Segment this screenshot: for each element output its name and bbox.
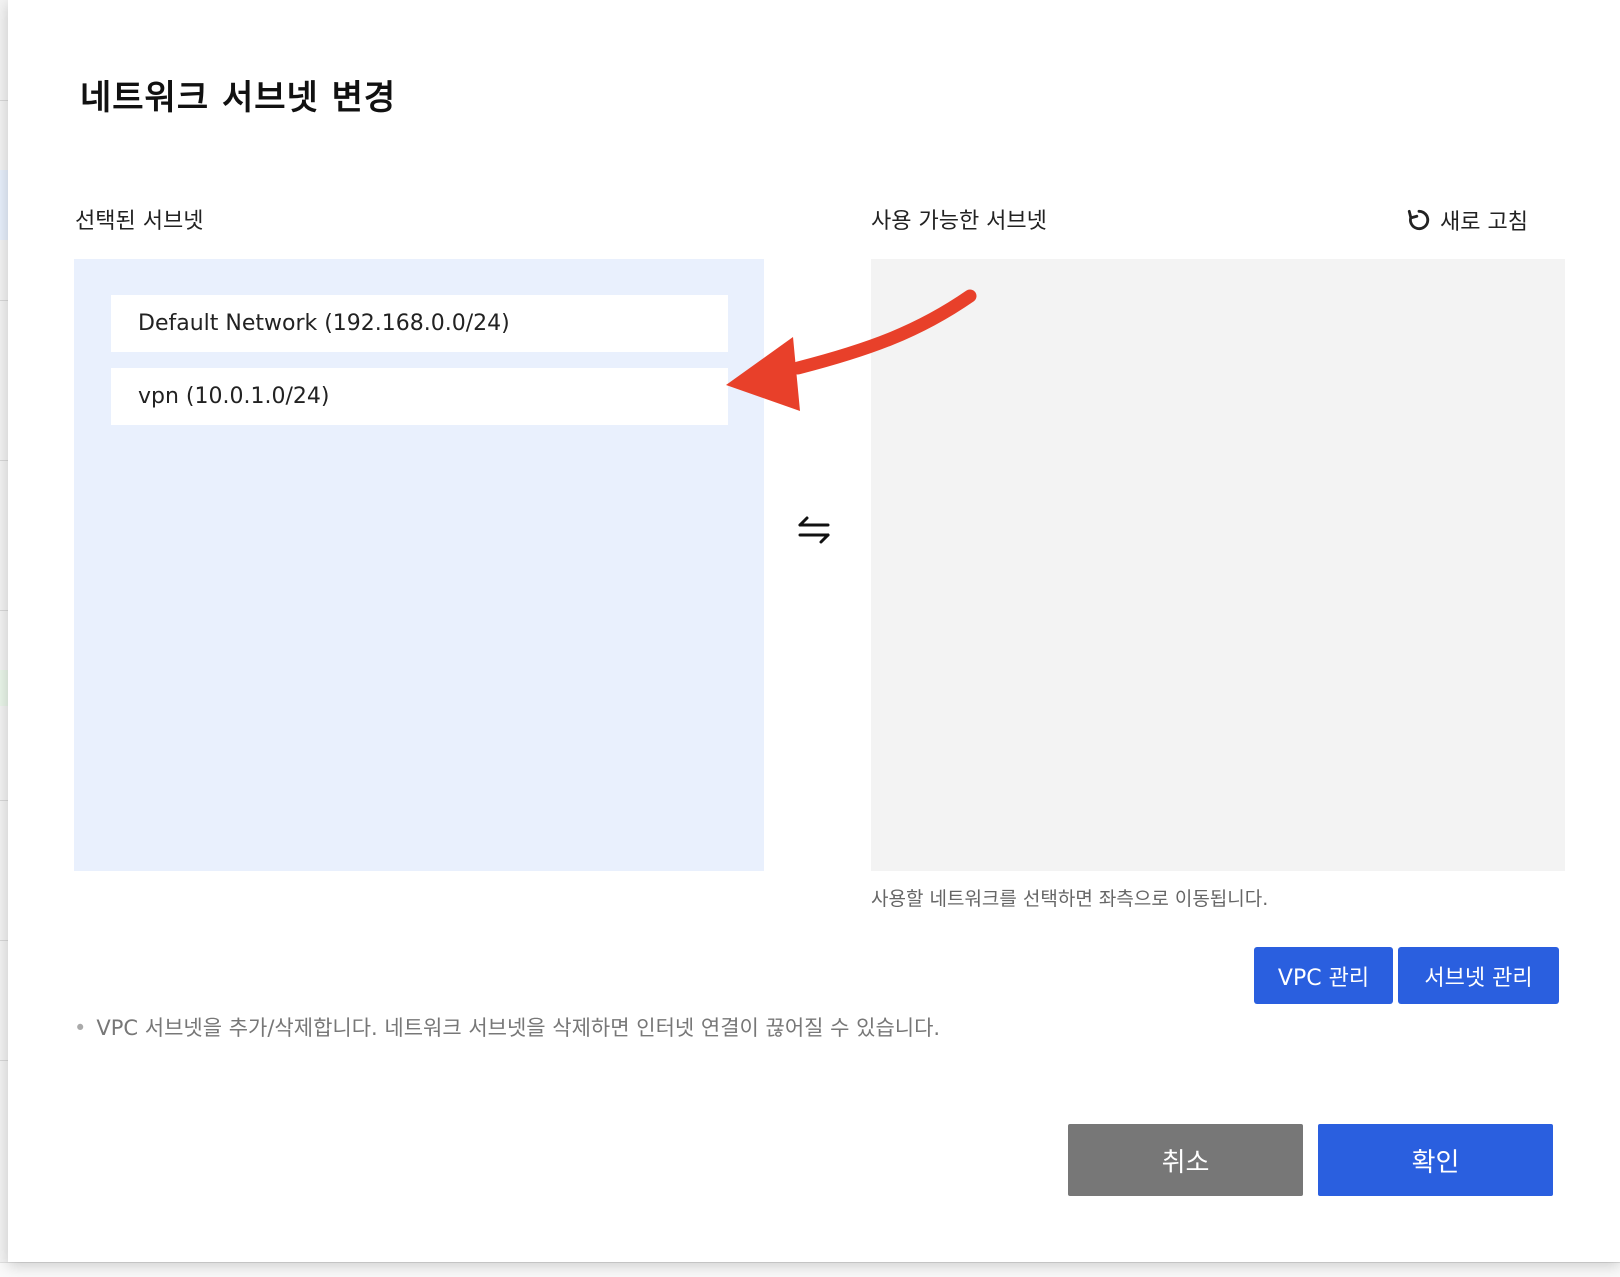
- cancel-button[interactable]: 취소: [1068, 1124, 1303, 1196]
- vpc-manage-button[interactable]: VPC 관리: [1254, 947, 1393, 1004]
- network-subnet-dialog: 네트워크 서브넷 변경 선택된 서브넷 사용 가능한 서브넷 새로 고침 Def…: [8, 0, 1620, 1262]
- confirm-button[interactable]: 확인: [1318, 1124, 1553, 1196]
- refresh-button[interactable]: 새로 고침: [1406, 204, 1528, 236]
- subnet-item-label: vpn (10.0.1.0/24): [138, 384, 330, 409]
- refresh-icon: [1407, 209, 1430, 231]
- info-note-text: VPC 서브넷을 추가/삭제합니다. 네트워크 서브넷을 삭제하면 인터넷 연결…: [96, 1016, 941, 1040]
- available-hint-text: 사용할 네트워크를 선택하면 좌측으로 이동됩니다.: [871, 888, 1269, 910]
- info-note: • VPC 서브넷을 추가/삭제합니다. 네트워크 서브넷을 삭제하면 인터넷 연…: [74, 1012, 940, 1042]
- background-page-bottom: [0, 1262, 1620, 1277]
- selected-subnet-item[interactable]: Default Network (192.168.0.0/24): [111, 295, 728, 352]
- refresh-label: 새로 고침: [1440, 210, 1528, 235]
- red-arrow-annotation: [726, 289, 977, 411]
- selected-subnets-panel: Default Network (192.168.0.0/24) vpn (10…: [74, 259, 764, 871]
- selected-subnet-item[interactable]: vpn (10.0.1.0/24): [111, 368, 728, 425]
- subnet-manage-button[interactable]: 서브넷 관리: [1398, 947, 1559, 1004]
- swap-arrows-icon: [798, 516, 830, 544]
- dialog-title: 네트워크 서브넷 변경: [80, 78, 397, 118]
- available-subnets-label: 사용 가능한 서브넷: [871, 209, 1047, 234]
- subnet-item-label: Default Network (192.168.0.0/24): [138, 311, 510, 336]
- selected-subnets-label: 선택된 서브넷: [75, 209, 204, 234]
- bullet-icon: •: [74, 1016, 87, 1040]
